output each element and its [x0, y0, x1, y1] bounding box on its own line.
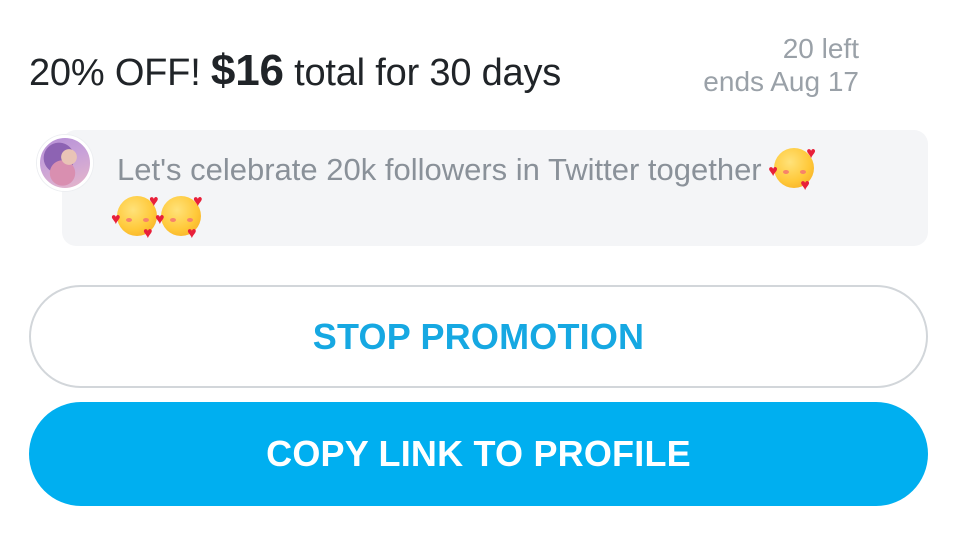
copy-link-to-profile-button[interactable]: COPY LINK TO PROFILE	[29, 402, 928, 506]
promotion-card: 20% OFF! $16 total for 30 days 20 left e…	[0, 0, 959, 539]
promotion-message: Let's celebrate 20k followers in Twitter…	[111, 146, 877, 242]
offer-remaining: 20 left	[782, 33, 859, 64]
offer-price: $16	[210, 46, 284, 95]
smiling-face-with-hearts-icon	[768, 148, 815, 188]
copy-link-label: COPY LINK TO PROFILE	[266, 433, 691, 474]
offer-meta: 20 left ends Aug 17	[703, 32, 859, 98]
offer-title: 20% OFF! $16 total for 30 days	[29, 46, 561, 96]
smiling-face-with-hearts-icon	[155, 196, 201, 236]
stop-promotion-label: STOP PROMOTION	[312, 315, 645, 357]
offer-discount: 20% OFF!	[29, 52, 201, 94]
promotion-message-text: Let's celebrate 20k followers in Twitter…	[117, 152, 762, 187]
offer-end-date: ends Aug 17	[703, 66, 859, 97]
smiling-face-with-hearts-icon	[111, 196, 157, 236]
stop-promotion-button[interactable]: STOP PROMOTION	[29, 285, 928, 388]
offer-terms: total for 30 days	[294, 52, 562, 94]
user-avatar-icon[interactable]	[37, 135, 93, 191]
